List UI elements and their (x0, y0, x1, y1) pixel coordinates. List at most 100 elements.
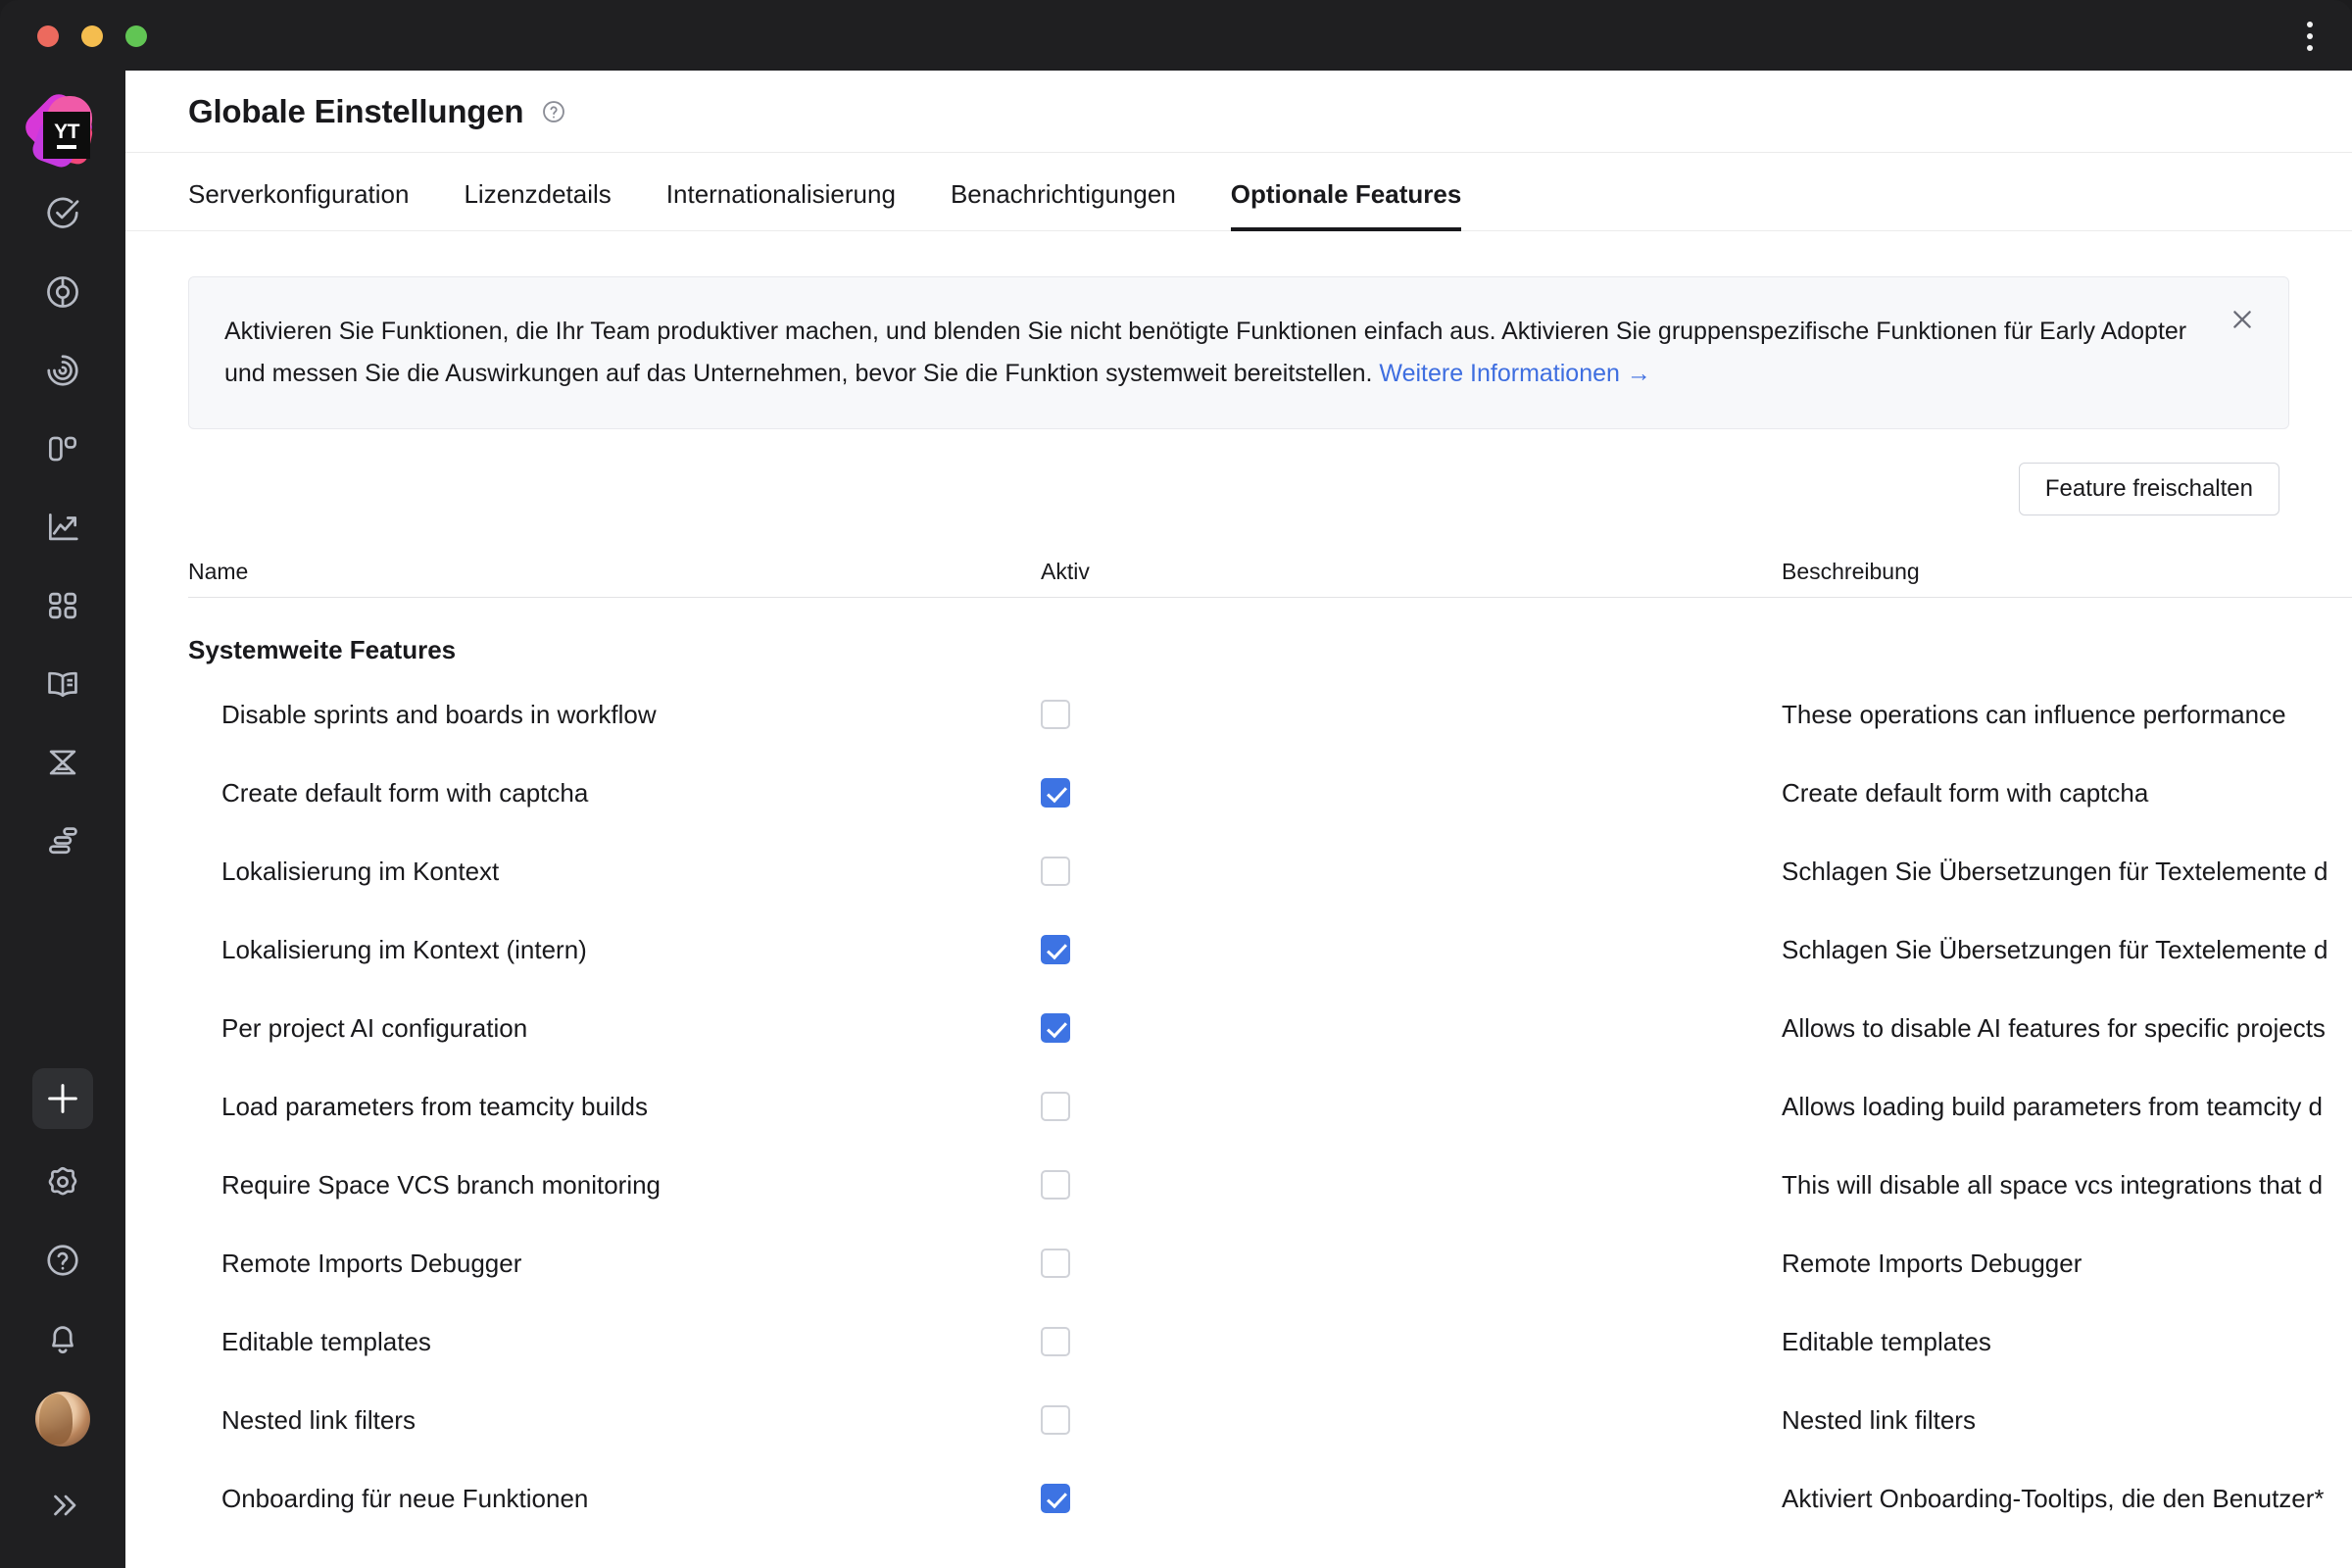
feature-name: Lokalisierung im Kontext (intern) (221, 934, 587, 964)
kanban-columns-icon (44, 430, 81, 467)
minimize-window-button[interactable] (81, 25, 103, 47)
feature-name: Nested link filters (221, 1404, 416, 1435)
feature-active-cell (1041, 1170, 1782, 1200)
feature-active-checkbox[interactable] (1041, 857, 1070, 886)
radar-icon (44, 352, 81, 389)
feature-description: These operations can influence performan… (1782, 699, 2286, 729)
column-header-active: Aktiv (1041, 559, 1090, 584)
feature-active-cell (1041, 1327, 1782, 1356)
feature-name: Per project AI configuration (221, 1012, 528, 1043)
tab-benachrichtigungen[interactable]: Benachrichtigungen (951, 179, 1176, 231)
sidebar-item-knowledge-base[interactable] (32, 659, 93, 710)
feature-active-checkbox[interactable] (1041, 700, 1070, 729)
feature-name: Load parameters from teamcity builds (221, 1091, 648, 1121)
question-circle-icon[interactable] (541, 99, 566, 124)
feature-active-cell (1041, 778, 1782, 808)
gear-icon (44, 1163, 81, 1200)
sidebar-item-apps[interactable] (32, 580, 93, 631)
sidebar-item-gantt[interactable] (32, 815, 93, 866)
check-circle-icon (44, 195, 81, 232)
feature-active-cell (1041, 1013, 1782, 1043)
close-icon[interactable] (2222, 299, 2263, 340)
feature-active-checkbox[interactable] (1041, 1405, 1070, 1435)
bell-icon (44, 1320, 81, 1357)
unlock-feature-button[interactable]: Feature freischalten (2018, 463, 2279, 515)
table-row: Editable templates Editable templates (188, 1302, 2352, 1381)
sidebar-item-reports[interactable] (32, 502, 93, 553)
sidebar-item-time-tracking[interactable] (32, 737, 93, 788)
logo-label: YT (54, 121, 79, 143)
youtrack-logo[interactable]: YT (20, 88, 100, 171)
feature-name: Create default form with captcha (221, 777, 589, 808)
settings-tabs: Serverkonfiguration Lizenzdetails Intern… (125, 153, 2352, 231)
table-row: Per project AI configuration Allows to di… (188, 989, 2352, 1067)
feature-active-cell (1041, 935, 1782, 964)
banner-learn-more-link[interactable]: Weitere Informationen → (1379, 360, 1650, 387)
grid-apps-icon (44, 587, 81, 624)
feature-active-checkbox[interactable] (1041, 1170, 1070, 1200)
window-controls (37, 25, 147, 47)
gantt-list-icon (44, 822, 81, 859)
logo-badge: YT (43, 112, 90, 159)
feature-name: Editable templates (221, 1326, 431, 1356)
feature-description: Create default form with captcha (1782, 777, 2149, 808)
table-row: Remote Imports Debugger Remote Imports De… (188, 1224, 2352, 1302)
feature-active-checkbox[interactable] (1041, 778, 1070, 808)
table-row: Load parameters from teamcity builds Allo… (188, 1067, 2352, 1146)
window-titlebar (0, 0, 2352, 71)
tab-internationalisierung[interactable]: Internationalisierung (666, 179, 896, 231)
table-row: Nested link filters Nested link filters (188, 1381, 2352, 1459)
feature-description: Schlagen Sie Übersetzungen für Texteleme… (1782, 856, 2328, 886)
feature-description: Editable templates (1782, 1326, 1991, 1356)
hourglass-icon (44, 744, 81, 781)
table-row: Create default form with captcha Create d… (188, 754, 2352, 832)
maximize-window-button[interactable] (125, 25, 147, 47)
sidebar-item-help[interactable] (32, 1235, 93, 1286)
main-content: Globale Einstellungen Serverkonfiguratio… (125, 71, 2352, 1568)
feature-active-cell (1041, 857, 1782, 886)
table-row: Disable sprints and boards in workflow Th… (188, 675, 2352, 754)
feature-active-checkbox[interactable] (1041, 1484, 1070, 1513)
sidebar-item-dashboards[interactable] (32, 345, 93, 396)
expand-sidebar-button[interactable] (32, 1480, 93, 1531)
create-button[interactable] (32, 1068, 93, 1129)
feature-active-checkbox[interactable] (1041, 1327, 1070, 1356)
close-window-button[interactable] (37, 25, 59, 47)
tab-serverkonfiguration[interactable]: Serverkonfiguration (188, 179, 409, 231)
sidebar-item-agile-boards[interactable] (32, 267, 93, 318)
table-row: Lokalisierung im Kontext (intern) Schlage… (188, 910, 2352, 989)
feature-active-cell (1041, 1092, 1782, 1121)
feature-description: Remote Imports Debugger (1782, 1248, 2082, 1278)
feature-description: This will disable all space vcs integrat… (1782, 1169, 2324, 1200)
feature-active-checkbox[interactable] (1041, 1013, 1070, 1043)
sidebar: YT (0, 71, 125, 1568)
sidebar-item-notifications[interactable] (32, 1313, 93, 1364)
sidebar-nav (32, 188, 93, 894)
action-bar: Feature freischalten (125, 429, 2352, 515)
tab-optionale-features[interactable]: Optionale Features (1230, 179, 1462, 231)
sidebar-item-issues[interactable] (32, 188, 93, 239)
page-header: Globale Einstellungen (125, 71, 2352, 153)
avatar[interactable] (35, 1392, 90, 1446)
feature-active-checkbox[interactable] (1041, 935, 1070, 964)
feature-description: Aktiviert Onboarding-Tooltips, die den B… (1782, 1483, 2325, 1513)
plus-icon (43, 1079, 82, 1118)
feature-description: Nested link filters (1782, 1404, 1976, 1435)
sidebar-item-boards[interactable] (32, 423, 93, 474)
kebab-menu-icon[interactable] (2294, 20, 2326, 53)
feature-description: Schlagen Sie Übersetzungen für Texteleme… (1782, 934, 2328, 964)
info-banner: Aktivieren Sie Funktionen, die Ihr Team … (188, 276, 2289, 429)
page-title: Globale Einstellungen (188, 92, 524, 129)
feature-active-checkbox[interactable] (1041, 1249, 1070, 1278)
agile-boards-icon (44, 273, 81, 311)
tab-lizenzdetails[interactable]: Lizenzdetails (464, 179, 611, 231)
sidebar-item-settings[interactable] (32, 1156, 93, 1207)
table-row: Onboarding für neue Funktionen Aktiviert … (188, 1459, 2352, 1538)
banner-text: Aktivieren Sie Funktionen, die Ihr Team … (224, 311, 2194, 395)
feature-active-checkbox[interactable] (1041, 1092, 1070, 1121)
feature-active-cell (1041, 1484, 1782, 1513)
column-header-description: Beschreibung (1782, 559, 1920, 584)
banner-message: Aktivieren Sie Funktionen, die Ihr Team … (224, 318, 2187, 387)
feature-description: Allows loading build parameters from tea… (1782, 1091, 2324, 1121)
features-table: Name Aktiv Beschreibung Systemweite Feat… (125, 547, 2352, 1538)
